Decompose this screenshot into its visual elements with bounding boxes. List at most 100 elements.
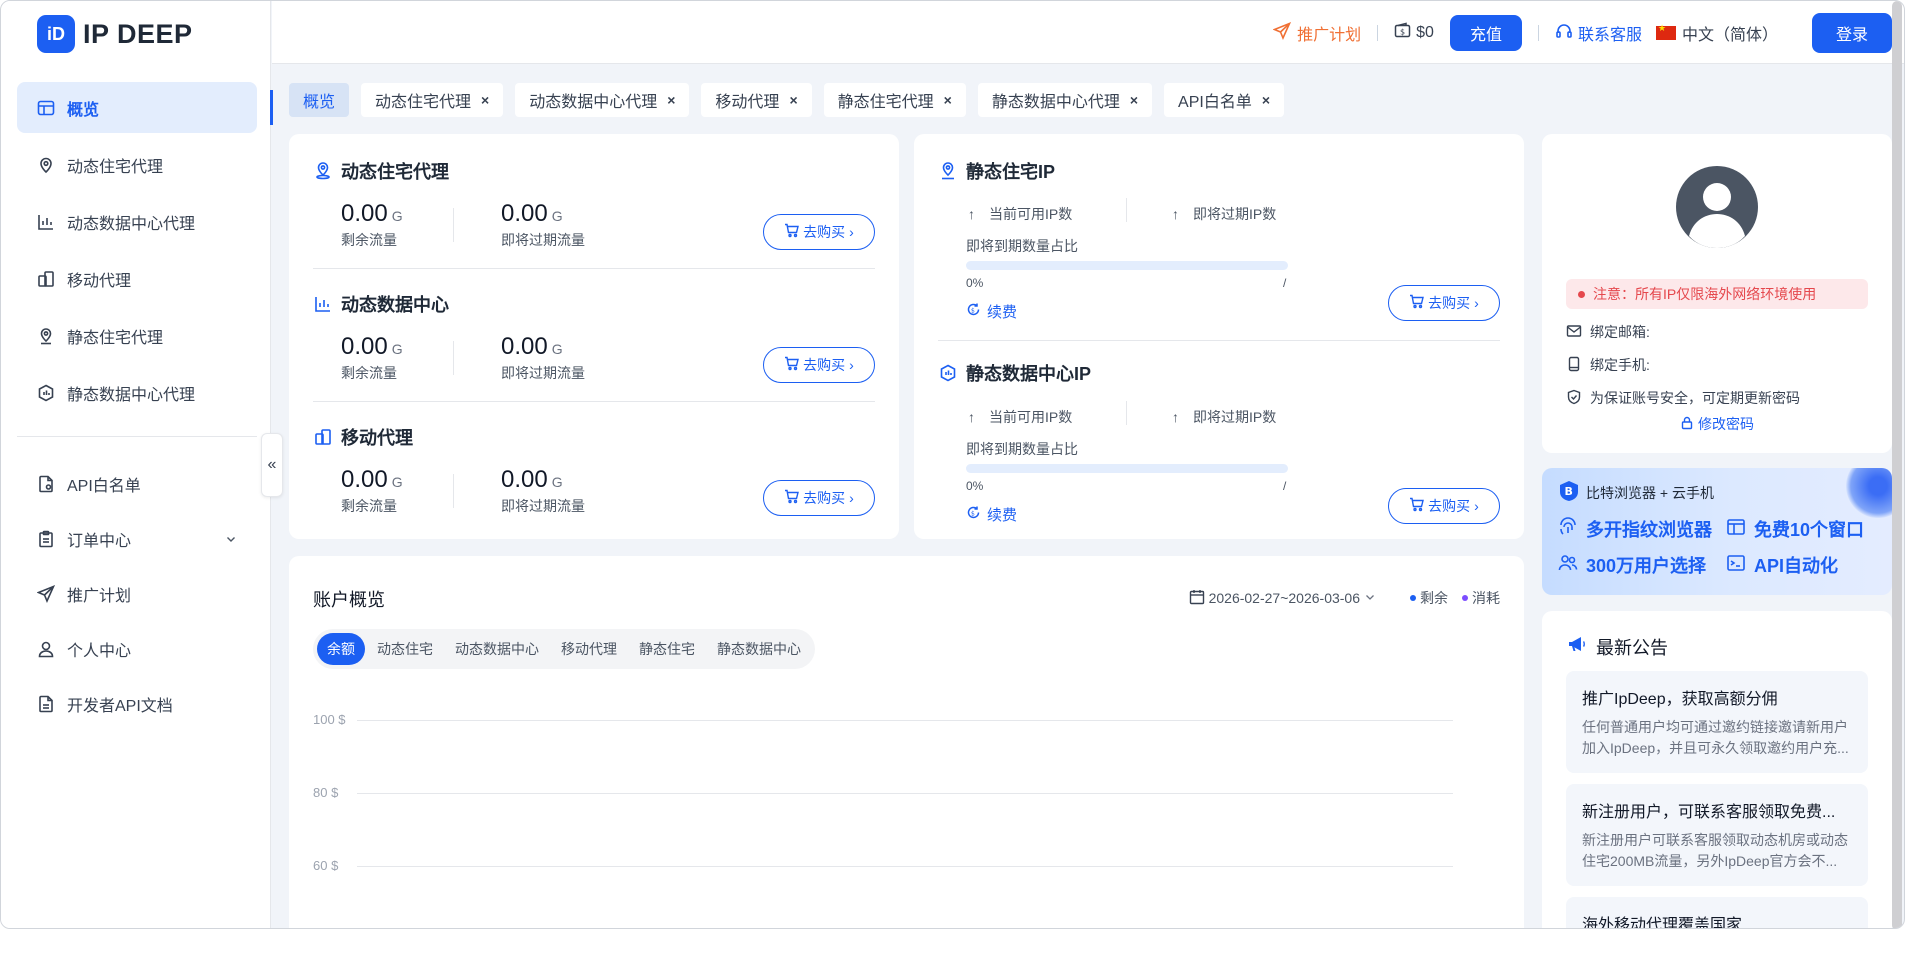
datacenter-icon: [313, 294, 333, 314]
announcement-item[interactable]: 海外移动代理覆盖国家: [1566, 897, 1868, 928]
sidebar-item-label: API白名单: [67, 477, 141, 495]
change-password-label: 修改密码: [1698, 416, 1754, 432]
expiring-ip-label: 即将过期IP数: [1193, 409, 1277, 425]
location-icon: [37, 327, 55, 345]
promo-banner[interactable]: B 比特浏览器 + 云手机 多开指纹浏览器 免费10个窗口 300万用户选择 A…: [1542, 468, 1892, 595]
buy-button[interactable]: 去购买 ›: [763, 214, 875, 250]
close-icon[interactable]: ×: [1262, 92, 1270, 108]
expiry-ratio-percent: 0%: [966, 479, 984, 493]
customer-service-link[interactable]: 联系客服: [1555, 21, 1642, 45]
email-binding[interactable]: 绑定邮箱:: [1566, 322, 1650, 342]
brand-logo[interactable]: iD IP DEEP: [37, 15, 193, 53]
fingerprint-icon: [1558, 516, 1578, 542]
expiring-value: 0.00: [501, 200, 548, 227]
chevron-down-icon[interactable]: [225, 532, 237, 550]
banner-feature-text: 300万用户选择: [1586, 556, 1707, 576]
buy-label: 去购买: [1428, 498, 1471, 514]
tab-static-datacenter[interactable]: 静态数据中心代理 ×: [977, 83, 1153, 117]
language-selector[interactable]: 中文（简体）: [1655, 21, 1778, 45]
tab-overview[interactable]: 概览: [289, 83, 350, 117]
phone-binding[interactable]: 绑定手机:: [1566, 355, 1650, 375]
tab-api-whitelist[interactable]: API白名单 ×: [1164, 83, 1285, 117]
legend-swatch: [1410, 595, 1416, 601]
expiring-label: 即将过期流量: [501, 365, 585, 381]
header-actions: 推广计划 $ $0 充值 联系客服 中文（简体） 登录: [1272, 13, 1892, 53]
available-ip-count: ↑ 当前可用IP数: [968, 204, 1072, 224]
segment-dynamic-datacenter[interactable]: 动态数据中心: [445, 633, 549, 665]
divider: [313, 401, 875, 402]
buy-button[interactable]: 去购买 ›: [1388, 488, 1500, 524]
segment-static-datacenter[interactable]: 静态数据中心: [707, 633, 811, 665]
buy-button[interactable]: 去购买 ›: [1388, 285, 1500, 321]
cart-icon: [784, 489, 800, 507]
referral-link[interactable]: 推广计划: [1272, 21, 1361, 45]
sidebar-item-orders[interactable]: 订单中心: [17, 514, 257, 563]
close-icon[interactable]: ×: [1130, 92, 1138, 108]
divider: [1126, 401, 1127, 425]
static-ip-card: 静态住宅IP ↑ 当前可用IP数 ↑ 即将过期IP数 即将到期数量占比 0% / $…: [914, 134, 1524, 539]
date-range-picker[interactable]: 2026-02-27~2026-03-06: [1189, 589, 1376, 608]
svg-text:$: $: [971, 511, 975, 518]
expiring-label: 即将过期流量: [501, 498, 585, 514]
tab-label: 概览: [303, 94, 336, 111]
sidebar-item-label: 开发者API文档: [67, 697, 173, 715]
segment-balance[interactable]: 余额: [317, 633, 365, 665]
renew-label: 续费: [987, 304, 1018, 321]
avatar[interactable]: [1676, 166, 1758, 248]
legend-item[interactable]: 剩余: [1410, 588, 1448, 608]
close-icon[interactable]: ×: [667, 92, 675, 108]
gridline: [357, 866, 1453, 867]
sidebar-item-mobile[interactable]: 移动代理: [17, 253, 257, 304]
sidebar-item-dynamic-datacenter[interactable]: 动态数据中心代理: [17, 196, 257, 247]
announcement-item[interactable]: 新注册用户，可联系客服领取免费... 新注册用户可联系客服领取动态机房或动态住宅…: [1566, 784, 1868, 886]
remaining-traffic: 0.00 G 剩余流量: [341, 200, 403, 250]
buy-button[interactable]: 去购买 ›: [763, 347, 875, 383]
tab-mobile[interactable]: 移动代理 ×: [701, 83, 812, 117]
scrollbar[interactable]: [1892, 1, 1902, 928]
available-ip-count: ↑ 当前可用IP数: [968, 407, 1072, 427]
sidebar-item-profile[interactable]: 个人中心: [17, 624, 257, 673]
divider: [453, 341, 454, 375]
traffic-card: 动态住宅代理 0.00 G 剩余流量 0.00 G 即将过期流量 去购买 › 动态数据中心…: [289, 134, 899, 539]
sidebar-item-static-residential[interactable]: 静态住宅代理: [17, 310, 257, 361]
legend-item[interactable]: 消耗: [1462, 588, 1500, 608]
sidebar-item-static-datacenter[interactable]: 静态数据中心代理: [17, 367, 257, 418]
svg-text:B: B: [1565, 485, 1573, 498]
tab-dynamic-residential[interactable]: 动态住宅代理 ×: [361, 83, 504, 117]
balance-display: $ $0: [1394, 22, 1434, 44]
banner-feature: 300万用户选择: [1558, 552, 1706, 578]
sidebar-item-dynamic-residential[interactable]: 动态住宅代理: [17, 139, 257, 190]
segment-mobile[interactable]: 移动代理: [551, 633, 627, 665]
expiring-traffic: 0.00 G 即将过期流量: [501, 200, 585, 250]
login-button[interactable]: 登录: [1811, 13, 1892, 53]
sidebar-item-api-whitelist[interactable]: API白名单: [17, 459, 257, 508]
sidebar-item-api-docs[interactable]: 开发者API文档: [17, 679, 257, 728]
tab-label: 静态数据中心代理: [991, 94, 1120, 111]
buy-button[interactable]: 去购买 ›: [763, 480, 875, 516]
user-icon: [37, 640, 55, 658]
announcement-desc: 新注册用户可联系客服领取动态机房或动态住宅200MB流量，另外IpDeep官方会…: [1582, 832, 1848, 869]
change-password-link[interactable]: 修改密码: [1680, 414, 1754, 434]
announcement-item[interactable]: 推广IpDeep，获取高额分佣 任何普通用户均可通过邀约链接邀请新用户加入IpD…: [1566, 671, 1868, 773]
section-title: 静态住宅IP: [938, 158, 1055, 184]
close-icon[interactable]: ×: [481, 92, 489, 108]
segment-static-residential[interactable]: 静态住宅: [629, 633, 705, 665]
notice-text: 注意：所有IP仅限海外网络环境使用: [1593, 286, 1817, 302]
top-header: 推广计划 $ $0 充值 联系客服 中文（简体） 登录: [272, 1, 1904, 64]
announcement-title: 推广IpDeep，获取高额分佣: [1582, 691, 1778, 708]
expiring-value: 0.00: [501, 466, 548, 493]
recharge-button[interactable]: 充值: [1449, 15, 1522, 51]
segment-dynamic-residential[interactable]: 动态住宅: [367, 633, 443, 665]
sidebar-item-label: 推广计划: [67, 587, 132, 605]
terminal-icon: [1726, 553, 1746, 578]
sidebar-item-referral[interactable]: 推广计划: [17, 569, 257, 618]
renew-link[interactable]: $ 续费: [966, 301, 1017, 322]
tab-dynamic-datacenter[interactable]: 动态数据中心代理 ×: [515, 83, 690, 117]
sidebar-item-overview[interactable]: 概览: [17, 82, 273, 133]
close-icon[interactable]: ×: [789, 92, 797, 108]
close-icon[interactable]: ×: [944, 92, 952, 108]
tab-static-residential[interactable]: 静态住宅代理 ×: [823, 83, 966, 117]
renew-link[interactable]: $ 续费: [966, 504, 1017, 525]
customer-service-label: 联系客服: [1577, 27, 1642, 44]
sidebar-collapse-button[interactable]: «: [261, 433, 283, 497]
